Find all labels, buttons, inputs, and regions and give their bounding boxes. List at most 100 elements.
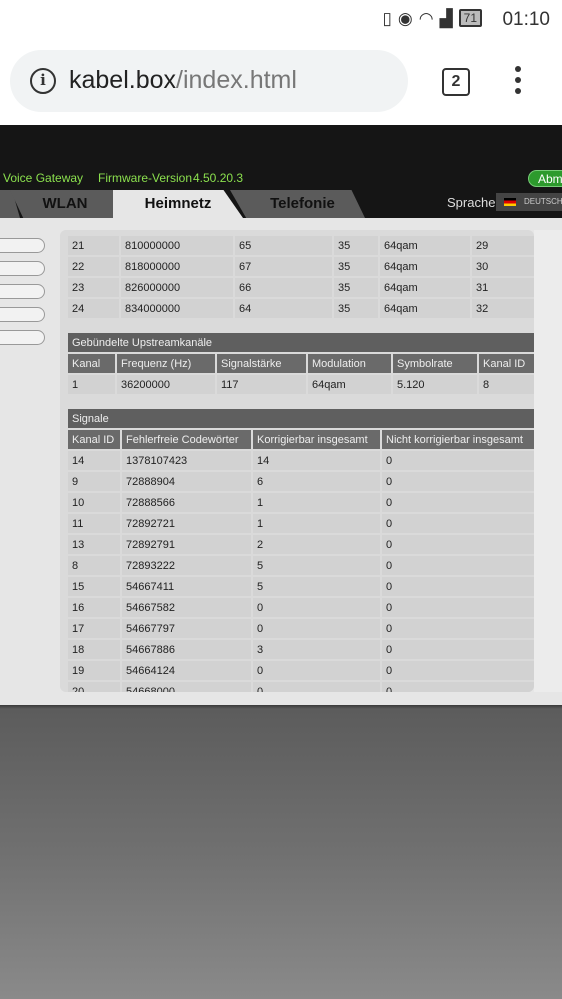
table-cell: 9 bbox=[68, 472, 120, 491]
table-cell: 17 bbox=[68, 619, 120, 638]
tab-wlan[interactable]: WLAN bbox=[10, 190, 120, 218]
table-row: 16 54667582 0 0 bbox=[68, 598, 534, 617]
table-row: 11 72892721 1 0 bbox=[68, 514, 534, 533]
column-header: Kanal ID bbox=[68, 430, 120, 449]
table-row: 15 54667411 5 0 bbox=[68, 577, 534, 596]
table-cell: 0 bbox=[382, 472, 534, 491]
table-cell: 65 bbox=[235, 236, 332, 255]
table-cell: 72892721 bbox=[122, 514, 251, 533]
table-cell: 1 bbox=[253, 514, 380, 533]
table-cell: 13 bbox=[68, 535, 120, 554]
table-cell: 5 bbox=[253, 556, 380, 575]
table-cell: 117 bbox=[217, 375, 306, 394]
table-cell: 54667886 bbox=[122, 640, 251, 659]
table-cell: 0 bbox=[382, 682, 534, 692]
more-menu-icon[interactable] bbox=[510, 66, 526, 96]
table-cell: 35 bbox=[334, 299, 378, 318]
table-cell: 18 bbox=[68, 640, 120, 659]
table-cell: 16 bbox=[68, 598, 120, 617]
column-header: Kanal ID bbox=[479, 354, 534, 373]
sidebar-button[interactable] bbox=[0, 284, 45, 299]
clock: 01:10 bbox=[502, 9, 550, 30]
column-header: Fehlerfreie Codewörter bbox=[122, 430, 251, 449]
table-cell: 0 bbox=[382, 598, 534, 617]
sidebar-button[interactable] bbox=[0, 330, 45, 345]
logout-button[interactable]: Abme bbox=[528, 170, 562, 187]
table-row: 18 54667886 3 0 bbox=[68, 640, 534, 659]
column-header: Kanal bbox=[68, 354, 115, 373]
table-cell: 64qam bbox=[380, 278, 470, 297]
table-row: 19 54664124 0 0 bbox=[68, 661, 534, 680]
table-cell: 2 bbox=[253, 535, 380, 554]
table-cell: 24 bbox=[68, 299, 119, 318]
table-cell: 72888904 bbox=[122, 472, 251, 491]
table-row: 13 72892791 2 0 bbox=[68, 535, 534, 554]
sidebar-button[interactable] bbox=[0, 307, 45, 322]
product-name: Voice Gateway bbox=[3, 171, 84, 185]
table-cell: 54668000 bbox=[122, 682, 251, 692]
german-flag-icon bbox=[504, 198, 516, 206]
sidebar-button[interactable] bbox=[0, 261, 45, 276]
table-row: 17 54667797 0 0 bbox=[68, 619, 534, 638]
column-header: Signalstärke bbox=[217, 354, 306, 373]
column-header: Korrigierbar insgesamt bbox=[253, 430, 380, 449]
table-cell: 0 bbox=[382, 640, 534, 659]
table-cell: 0 bbox=[253, 598, 380, 617]
page-background bbox=[0, 705, 562, 999]
tab-switcher-button[interactable]: 2 bbox=[442, 68, 470, 96]
url-text[interactable]: kabel.box/index.html bbox=[69, 66, 297, 95]
table-row: 20 54668000 0 0 bbox=[68, 682, 534, 692]
table-cell: 72888566 bbox=[122, 493, 251, 512]
column-header: Symbolrate bbox=[393, 354, 477, 373]
table-cell: 5.120 bbox=[393, 375, 477, 394]
table-cell: 35 bbox=[334, 278, 378, 297]
status-panel: 21 810000000 65 35 64qam 29 22 818000000 67 35 64q… bbox=[60, 230, 534, 692]
table-cell: 22 bbox=[68, 257, 119, 276]
tab-telefonie[interactable]: Telefonie bbox=[230, 190, 365, 218]
language-select[interactable]: DEUTSCH bbox=[496, 193, 562, 211]
table-cell: 834000000 bbox=[121, 299, 233, 318]
signal-icon: ▟ bbox=[439, 9, 459, 28]
info-icon[interactable]: i bbox=[30, 68, 56, 94]
table-cell: 21 bbox=[68, 236, 119, 255]
table-cell: 0 bbox=[382, 619, 534, 638]
table-row: 21 810000000 65 35 64qam 29 bbox=[68, 236, 534, 255]
table-cell: 64 bbox=[235, 299, 332, 318]
table-cell: 66 bbox=[235, 278, 332, 297]
table-cell: 0 bbox=[382, 514, 534, 533]
address-bar[interactable]: i kabel.box/index.html bbox=[10, 50, 408, 112]
table-cell: 19 bbox=[68, 661, 120, 680]
sidebar-button[interactable] bbox=[0, 238, 45, 253]
table-cell: 5 bbox=[253, 577, 380, 596]
table-cell: 64qam bbox=[380, 236, 470, 255]
signale-table: Signale Kanal ID Fehlerfreie Codewörter Ko… bbox=[66, 407, 534, 692]
table-cell: 826000000 bbox=[121, 278, 233, 297]
table-cell: 23 bbox=[68, 278, 119, 297]
table-cell: 35 bbox=[334, 236, 378, 255]
column-header: Nicht korrigierbar insgesamt bbox=[382, 430, 534, 449]
table-row: 10 72888566 1 0 bbox=[68, 493, 534, 512]
table-cell: 0 bbox=[253, 619, 380, 638]
tab-heimnetz[interactable]: Heimnetz bbox=[113, 190, 243, 218]
firmware-version: 4.50.20.3 bbox=[193, 171, 244, 185]
signale-title: Signale bbox=[68, 409, 534, 428]
table-cell: 0 bbox=[382, 451, 534, 470]
table-cell: 1378107423 bbox=[122, 451, 251, 470]
table-row: 23 826000000 66 35 64qam 31 bbox=[68, 278, 534, 297]
table-cell: 36200000 bbox=[117, 375, 215, 394]
table-row: 8 72893222 5 0 bbox=[68, 556, 534, 575]
table-cell: 8 bbox=[479, 375, 534, 394]
table-cell: 15 bbox=[68, 577, 120, 596]
table-cell: 0 bbox=[382, 493, 534, 512]
upstream-title: Gebündelte Upstreamkanäle bbox=[68, 333, 534, 352]
table-cell: 0 bbox=[253, 661, 380, 680]
scrollbar[interactable] bbox=[534, 230, 562, 692]
table-cell: 14 bbox=[68, 451, 120, 470]
battery-icon: 71 bbox=[458, 9, 482, 27]
table-cell: 67 bbox=[235, 257, 332, 276]
table-cell: 0 bbox=[382, 556, 534, 575]
eye-icon: ◉ bbox=[397, 9, 419, 28]
table-cell: 0 bbox=[382, 535, 534, 554]
vibrate-icon: ▯ bbox=[382, 9, 398, 28]
table-cell: 3 bbox=[253, 640, 380, 659]
